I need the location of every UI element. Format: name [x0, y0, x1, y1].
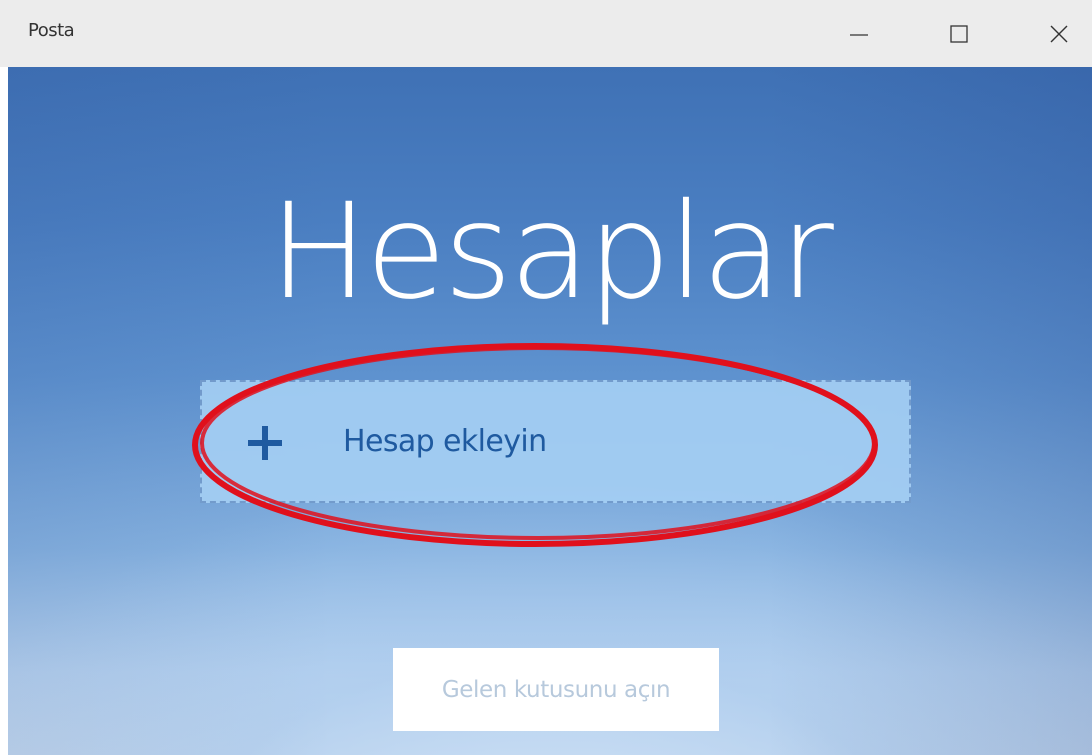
open-inbox-label: Gelen kutusunu açın: [441, 676, 671, 703]
maximize-icon: [950, 24, 968, 43]
minimize-button[interactable]: [818, 0, 900, 67]
title-bar[interactable]: Posta: [0, 0, 1092, 67]
plus-icon: [248, 426, 282, 460]
close-button[interactable]: [1018, 0, 1092, 67]
maximize-button[interactable]: [918, 0, 1000, 67]
open-inbox-button[interactable]: Gelen kutusunu açın: [393, 648, 719, 731]
add-account-label: Hesap ekleyin: [343, 424, 547, 459]
add-account-button[interactable]: Hesap ekleyin: [200, 380, 911, 503]
minimize-icon: [850, 33, 868, 36]
page-title: Hesaplar: [269, 175, 834, 329]
close-icon: [1050, 25, 1068, 42]
mail-window: Posta Hesaplar Hesap ekleyin Gelen kutus…: [0, 0, 1092, 755]
app-title: Posta: [28, 20, 75, 41]
accounts-page: Hesaplar Hesap ekleyin Gelen kutusunu aç…: [8, 67, 1092, 755]
